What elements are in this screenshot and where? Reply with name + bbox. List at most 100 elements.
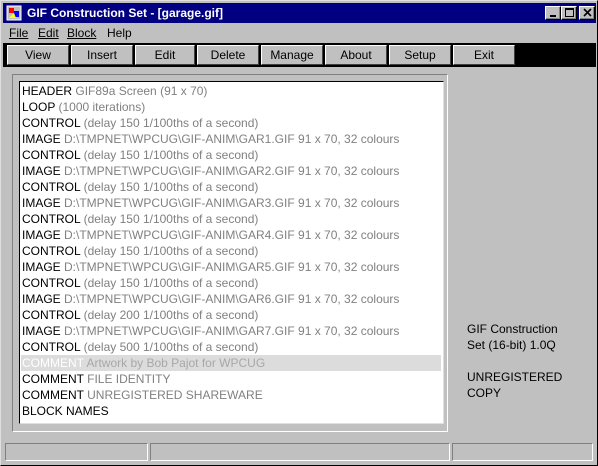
view-button[interactable]: View [7,45,69,65]
block-detail: D:\TMPNET\WPCUG\GIF-ANIM\GAR5.GIF 91 x 7… [64,260,400,274]
block-type: IMAGE [22,196,61,210]
close-button[interactable] [579,6,595,20]
product-name-line1: GIF Construction [467,322,558,336]
block-detail: UNREGISTERED SHAREWARE [87,388,263,402]
exit-button[interactable]: Exit [453,45,515,65]
list-item[interactable]: IMAGE D:\TMPNET\WPCUG\GIF-ANIM\GAR5.GIF … [21,259,441,275]
list-item[interactable]: CONTROL (delay 500 1/100ths of a second) [21,339,441,355]
block-type: CONTROL [22,116,81,130]
block-detail: (delay 150 1/100ths of a second) [83,212,259,226]
list-item[interactable]: IMAGE D:\TMPNET\WPCUG\GIF-ANIM\GAR7.GIF … [21,323,441,339]
list-item[interactable]: IMAGE D:\TMPNET\WPCUG\GIF-ANIM\GAR4.GIF … [21,227,441,243]
block-detail: (delay 150 1/100ths of a second) [83,180,259,194]
block-detail: (delay 200 1/100ths of a second) [83,308,259,322]
status-cell-left [5,443,148,461]
menu-edit-label: Edit [38,26,59,40]
status-cell-middle [150,443,450,461]
list-item[interactable]: BLOCK NAMES [21,403,441,419]
edit-button[interactable]: Edit [135,45,195,65]
block-type: IMAGE [22,164,61,178]
block-type: CONTROL [22,212,81,226]
block-type: COMMENT [22,372,84,386]
block-detail: (delay 150 1/100ths of a second) [83,276,259,290]
list-item[interactable]: CONTROL (delay 150 1/100ths of a second) [21,147,441,163]
list-item[interactable]: COMMENT UNREGISTERED SHAREWARE [21,387,441,403]
minimize-icon [550,15,556,17]
window-title: GIF Construction Set - [garage.gif] [27,6,224,20]
maximize-button[interactable] [561,6,577,20]
menu-bar: File Edit Block Help [3,24,596,42]
list-item[interactable]: IMAGE D:\TMPNET\WPCUG\GIF-ANIM\GAR2.GIF … [21,163,441,179]
block-list[interactable]: HEADER GIF89a Screen (91 x 70) LOOP (1000… [19,81,444,424]
maximize-icon [565,8,574,17]
block-type: CONTROL [22,276,81,290]
block-type: COMMENT [22,356,84,370]
block-type: IMAGE [22,228,61,242]
menu-help[interactable]: Help [107,26,132,40]
list-item[interactable]: CONTROL (delay 200 1/100ths of a second) [21,307,441,323]
main-window: GIF Construction Set - [garage.gif] File… [0,0,598,466]
product-info: GIF Construction Set (16-bit) 1.0Q [467,321,587,353]
about-button[interactable]: About [325,45,387,65]
registration-line1: UNREGISTERED [467,370,563,384]
registration-info: UNREGISTERED COPY [467,369,587,401]
app-icon[interactable] [6,5,22,21]
toolbar: View Insert Edit Delete Manage About Set… [3,43,596,67]
manage-button[interactable]: Manage [261,45,323,65]
menu-file[interactable]: File [9,26,28,40]
block-type: CONTROL [22,308,81,322]
block-detail: (delay 150 1/100ths of a second) [83,244,259,258]
list-item[interactable]: CONTROL (delay 150 1/100ths of a second) [21,275,441,291]
minimize-button[interactable] [545,6,561,20]
list-item[interactable]: COMMENT Artwork by Bob Pajot for WPCUG [21,355,441,371]
product-name-line2: Set (16-bit) 1.0Q [467,338,556,352]
menu-block[interactable]: Block [67,26,96,40]
block-type: HEADER [22,84,73,98]
menu-block-label: Block [67,26,97,40]
block-type: CONTROL [22,180,81,194]
block-detail: Artwork by Bob Pajot for WPCUG [86,356,266,370]
block-type: IMAGE [22,324,61,338]
status-cell-right [452,443,593,461]
list-item[interactable]: CONTROL (delay 150 1/100ths of a second) [21,211,441,227]
block-type: LOOP [22,100,56,114]
list-item[interactable]: CONTROL (delay 150 1/100ths of a second) [21,115,441,131]
delete-button[interactable]: Delete [197,45,259,65]
list-item[interactable]: COMMENT FILE IDENTITY [21,371,441,387]
block-list-panel: HEADER GIF89a Screen (91 x 70) LOOP (1000… [12,74,448,432]
block-detail: D:\TMPNET\WPCUG\GIF-ANIM\GAR7.GIF 91 x 7… [64,324,400,338]
block-detail: D:\TMPNET\WPCUG\GIF-ANIM\GAR4.GIF 91 x 7… [64,228,400,242]
list-item[interactable]: CONTROL (delay 150 1/100ths of a second) [21,243,441,259]
list-item[interactable]: CONTROL (delay 150 1/100ths of a second) [21,179,441,195]
block-type: IMAGE [22,260,61,274]
list-item[interactable]: HEADER GIF89a Screen (91 x 70) [21,83,441,99]
block-detail: D:\TMPNET\WPCUG\GIF-ANIM\GAR6.GIF 91 x 7… [64,292,400,306]
block-detail: (1000 iterations) [58,100,146,114]
block-detail: GIF89a Screen (91 x 70) [75,84,208,98]
block-detail: (delay 500 1/100ths of a second) [83,340,259,354]
list-item[interactable]: IMAGE D:\TMPNET\WPCUG\GIF-ANIM\GAR3.GIF … [21,195,441,211]
setup-button[interactable]: Setup [389,45,451,65]
insert-button[interactable]: Insert [71,45,133,65]
block-type: COMMENT [22,388,84,402]
status-bar [3,441,596,463]
block-detail: (delay 150 1/100ths of a second) [83,116,259,130]
block-detail: FILE IDENTITY [87,372,171,386]
block-detail: D:\TMPNET\WPCUG\GIF-ANIM\GAR2.GIF 91 x 7… [64,164,400,178]
block-detail: D:\TMPNET\WPCUG\GIF-ANIM\GAR1.GIF 91 x 7… [64,132,400,146]
list-item[interactable]: IMAGE D:\TMPNET\WPCUG\GIF-ANIM\GAR6.GIF … [21,291,441,307]
block-type: CONTROL [22,340,81,354]
block-type: IMAGE [22,292,61,306]
menu-help-label: Help [107,26,132,40]
list-item[interactable]: IMAGE D:\TMPNET\WPCUG\GIF-ANIM\GAR1.GIF … [21,131,441,147]
menu-edit[interactable]: Edit [38,26,59,40]
block-type: BLOCK NAMES [22,404,109,418]
list-item[interactable]: LOOP (1000 iterations) [21,99,441,115]
block-detail: D:\TMPNET\WPCUG\GIF-ANIM\GAR3.GIF 91 x 7… [64,196,400,210]
menu-file-label: File [9,26,29,40]
block-type: CONTROL [22,244,81,258]
title-bar[interactable]: GIF Construction Set - [garage.gif] [3,3,596,23]
block-type: CONTROL [22,148,81,162]
close-icon [583,8,592,17]
block-detail: (delay 150 1/100ths of a second) [83,148,259,162]
